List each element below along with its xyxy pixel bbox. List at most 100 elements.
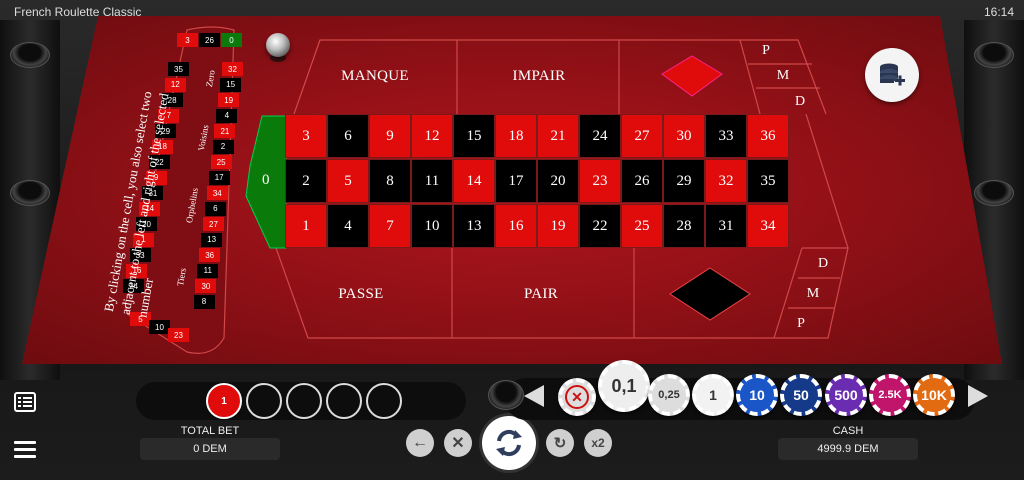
- racetrack-number[interactable]: 26: [199, 33, 220, 47]
- number-cell[interactable]: 28: [663, 204, 705, 248]
- number-cell[interactable]: 27: [621, 114, 663, 158]
- racetrack-number[interactable]: 2: [212, 139, 234, 154]
- number-cell[interactable]: 15: [453, 114, 495, 158]
- racetrack-number[interactable]: 21: [214, 124, 236, 138]
- number-cell[interactable]: 29: [663, 159, 705, 203]
- racetrack-number[interactable]: 3: [177, 33, 198, 47]
- number-cell[interactable]: 25: [621, 204, 663, 248]
- passe-bet[interactable]: PASSE: [316, 286, 406, 303]
- number-cell[interactable]: 8: [369, 159, 411, 203]
- history-number: 1: [206, 383, 242, 419]
- racetrack-number[interactable]: 17: [208, 170, 230, 185]
- racetrack-number[interactable]: 11: [197, 263, 219, 278]
- chip-500[interactable]: 500: [825, 374, 867, 416]
- number-cell[interactable]: 22: [579, 204, 621, 248]
- racetrack-number[interactable]: 19: [218, 93, 240, 107]
- impair-bet[interactable]: IMPAIR: [494, 68, 584, 85]
- racetrack-number[interactable]: 13: [201, 232, 223, 247]
- spin-button[interactable]: [482, 416, 536, 470]
- number-cell[interactable]: 35: [747, 159, 789, 203]
- racetrack-number[interactable]: 6: [204, 201, 226, 216]
- number-cell[interactable]: 2: [285, 159, 327, 203]
- racetrack-number[interactable]: 25: [210, 155, 232, 169]
- coins-plus-icon: [880, 63, 905, 86]
- chip-01[interactable]: 0,1: [598, 360, 650, 412]
- chip-scroll-left-icon[interactable]: [524, 385, 544, 407]
- number-cell[interactable]: 31: [705, 204, 747, 248]
- number-cell[interactable]: 4: [327, 204, 369, 248]
- number-cell[interactable]: 7: [369, 204, 411, 248]
- cancel-chip-button[interactable]: ✕: [558, 378, 596, 416]
- zero-label: 0: [262, 172, 270, 188]
- racetrack-number[interactable]: 15: [220, 77, 242, 92]
- number-cell[interactable]: 36: [747, 114, 789, 158]
- number-cell[interactable]: 20: [537, 159, 579, 203]
- chip-10K[interactable]: 10K: [913, 374, 955, 416]
- number-cell[interactable]: 3: [285, 114, 327, 158]
- chip-1[interactable]: 1: [692, 374, 734, 416]
- clear-bets-button[interactable]: ✕: [444, 429, 472, 457]
- racetrack-number[interactable]: 32: [222, 62, 243, 76]
- menu-icon[interactable]: [14, 440, 36, 458]
- racetrack-number[interactable]: 8: [193, 294, 215, 309]
- racetrack-number[interactable]: 4: [216, 108, 238, 123]
- number-cell[interactable]: 1: [285, 204, 327, 248]
- arrow-left-icon: ←: [412, 434, 428, 451]
- number-cell[interactable]: 23: [579, 159, 621, 203]
- racetrack-number[interactable]: 10: [149, 320, 170, 334]
- number-cell[interactable]: 30: [663, 114, 705, 158]
- spin-arrows-icon: [496, 429, 522, 457]
- racetrack-number[interactable]: 23: [168, 328, 189, 342]
- racetrack-number[interactable]: 0: [221, 33, 242, 47]
- chip-label: 0,1: [611, 375, 637, 396]
- chip-stack-add-button[interactable]: [865, 48, 919, 102]
- dozen-premiere-bottom[interactable]: P: [786, 316, 816, 332]
- history-list-icon[interactable]: [14, 392, 36, 412]
- dozen-moyenne-bottom[interactable]: M: [798, 286, 828, 302]
- cash-label: CASH: [832, 425, 864, 437]
- chip-holder: [488, 380, 524, 410]
- dozen-derniere-top[interactable]: D: [785, 94, 815, 110]
- number-cell[interactable]: 14: [453, 159, 495, 203]
- chip-label: 2.5K: [878, 389, 902, 401]
- number-cell[interactable]: 18: [495, 114, 537, 158]
- history-slot-empty: [326, 383, 362, 419]
- dozen-premiere-top[interactable]: P: [751, 43, 781, 59]
- chip-scroll-right-icon[interactable]: [968, 385, 988, 407]
- number-cell[interactable]: 33: [705, 114, 747, 158]
- number-cell[interactable]: 24: [579, 114, 621, 158]
- number-cell[interactable]: 5: [327, 159, 369, 203]
- number-cell[interactable]: 13: [453, 204, 495, 248]
- chip-50[interactable]: 50: [780, 374, 822, 416]
- roulette-screen: French Roulette Classic 16:14 MANQUE IMP…: [0, 0, 1024, 480]
- racetrack-number[interactable]: 34: [206, 186, 228, 200]
- number-cell[interactable]: 32: [705, 159, 747, 203]
- number-cell[interactable]: 12: [411, 114, 453, 158]
- number-cell[interactable]: 21: [537, 114, 579, 158]
- racetrack-number[interactable]: 27: [203, 217, 224, 231]
- dozen-derniere-bottom[interactable]: D: [808, 256, 838, 272]
- dozen-moyenne-top[interactable]: M: [768, 68, 798, 84]
- chip-025[interactable]: 0,25: [648, 374, 690, 416]
- number-cell[interactable]: 17: [495, 159, 537, 203]
- chip-10[interactable]: 10: [736, 374, 778, 416]
- undo-button[interactable]: ←: [406, 429, 434, 457]
- history-slot-empty: [366, 383, 402, 419]
- rebet-button[interactable]: ↻: [546, 429, 574, 457]
- chip-25K[interactable]: 2.5K: [869, 374, 911, 416]
- manque-bet[interactable]: MANQUE: [330, 68, 420, 85]
- chip-label: 0,25: [658, 389, 680, 401]
- chip-label: 500: [834, 387, 858, 403]
- number-cell[interactable]: 26: [621, 159, 663, 203]
- double-bet-button[interactable]: x2: [584, 429, 612, 457]
- number-cell[interactable]: 11: [411, 159, 453, 203]
- racetrack-number[interactable]: 36: [199, 248, 221, 262]
- racetrack-number[interactable]: 30: [195, 279, 217, 293]
- number-cell[interactable]: 19: [537, 204, 579, 248]
- number-cell[interactable]: 10: [411, 204, 453, 248]
- number-cell[interactable]: 6: [327, 114, 369, 158]
- pair-bet[interactable]: PAIR: [496, 286, 586, 303]
- number-cell[interactable]: 9: [369, 114, 411, 158]
- number-cell[interactable]: 16: [495, 204, 537, 248]
- number-cell[interactable]: 34: [747, 204, 789, 248]
